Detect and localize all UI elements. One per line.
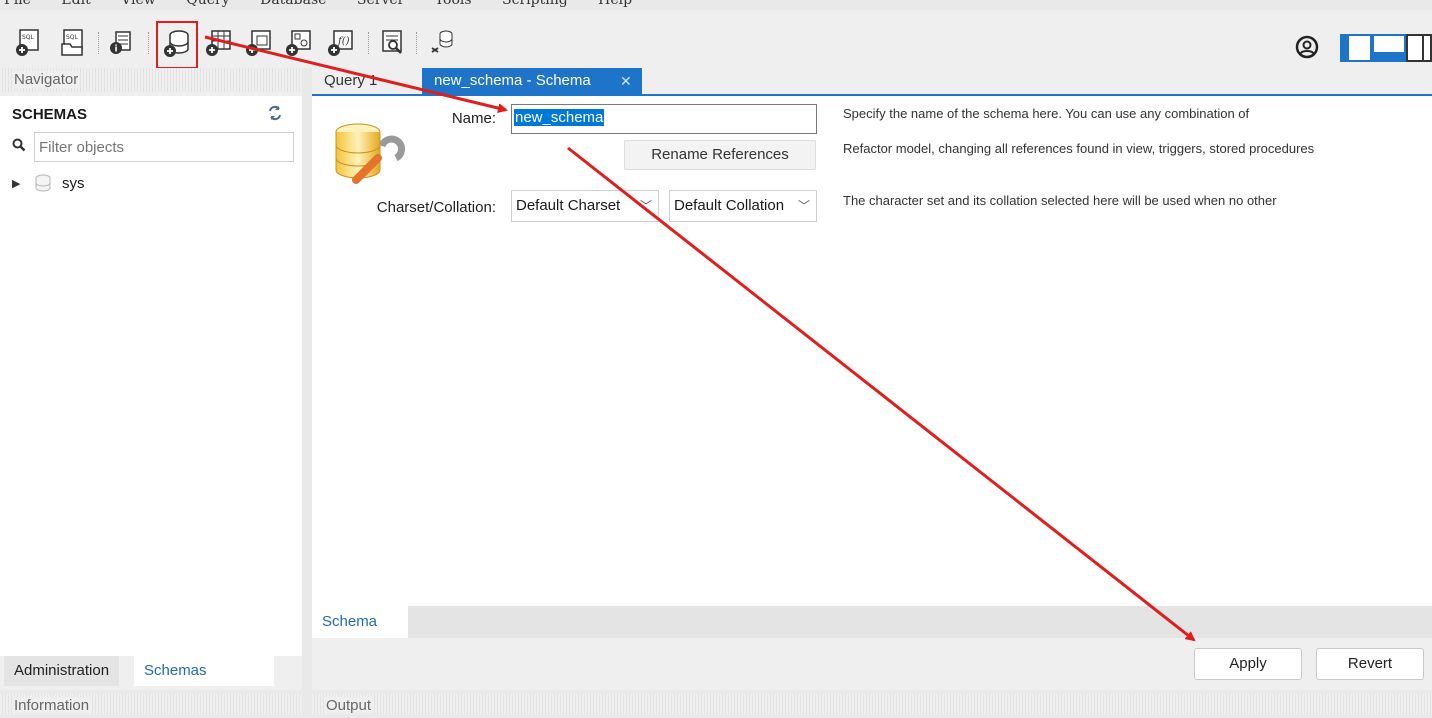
editor-tabs: Query 1 new_schema - Schema ✕: [312, 68, 1432, 96]
open-sql-script-icon[interactable]: SQL: [58, 28, 88, 58]
help-text-rename: Refactor model, changing all references …: [843, 141, 1315, 156]
charset-select[interactable]: Default Charset ﹀: [511, 190, 659, 222]
tree-item-sys[interactable]: ▶ sys: [12, 172, 85, 194]
editor-subtabs: Schema: [312, 606, 1432, 638]
toolbar-separator: [98, 32, 100, 54]
apply-button[interactable]: Apply: [1194, 648, 1302, 680]
tab-administration[interactable]: Administration: [4, 656, 120, 686]
menu-view[interactable]: View: [121, 0, 156, 8]
menu-bar: File Edit View Query Database Server Too…: [0, 0, 1432, 8]
collation-value: Default Collation: [674, 197, 785, 214]
tree-item-label: sys: [62, 174, 85, 192]
charset-label: Charset/Collation:: [376, 199, 496, 216]
tab-new-schema[interactable]: new_schema - Schema ✕: [422, 68, 642, 94]
charset-value: Default Charset: [516, 197, 621, 214]
settings-icon[interactable]: [1294, 34, 1320, 64]
search-table-data-icon[interactable]: [378, 28, 408, 58]
create-table-icon[interactable]: [204, 28, 234, 58]
create-view-icon[interactable]: [244, 28, 274, 58]
navigator-header: Navigator: [0, 68, 302, 92]
create-function-icon[interactable]: f(): [326, 28, 356, 58]
svg-text:SQL: SQL: [22, 34, 35, 41]
help-text-charset: The character set and its collation sele…: [843, 193, 1277, 208]
menu-database[interactable]: Database: [260, 0, 326, 8]
schema-inspector-icon[interactable]: i: [106, 28, 136, 58]
toggle-secondary-sidebar-icon[interactable]: [1406, 34, 1432, 66]
menu-edit[interactable]: Edit: [61, 0, 90, 8]
svg-text:SQL: SQL: [66, 34, 79, 41]
new-sql-tab-icon[interactable]: SQL: [14, 28, 44, 58]
toolbar-separator: [368, 32, 370, 54]
svg-text:f(): f(): [337, 36, 350, 47]
svg-text:i: i: [115, 45, 118, 55]
navigator-panel: Navigator SCHEMAS ▶ sys Administration S…: [0, 68, 302, 690]
menu-file[interactable]: File: [4, 0, 31, 8]
menu-help[interactable]: Help: [598, 0, 632, 8]
revert-button[interactable]: Revert: [1316, 648, 1424, 680]
navigator-body: SCHEMAS ▶ sys: [0, 96, 302, 656]
close-icon[interactable]: ✕: [620, 68, 632, 94]
menu-scripting[interactable]: Scripting: [502, 0, 568, 8]
collation-select[interactable]: Default Collation ﹀: [669, 190, 817, 222]
search-icon: [12, 138, 26, 152]
menu-tools[interactable]: Tools: [435, 0, 472, 8]
tab-query-1[interactable]: Query 1: [312, 68, 389, 94]
navigator-tabs: Administration Schemas: [0, 656, 302, 686]
schema-editor: Name: new_schema Rename References Chars…: [312, 96, 1432, 606]
database-icon: [34, 174, 52, 192]
schemas-title: SCHEMAS: [12, 106, 88, 123]
reconnect-icon[interactable]: [428, 28, 458, 58]
menu-server[interactable]: Server: [357, 0, 404, 8]
schema-name-input[interactable]: new_schema: [511, 104, 817, 134]
menu-query[interactable]: Query: [186, 0, 229, 8]
toggle-sidebar-icon[interactable]: [1340, 34, 1372, 66]
rename-references-button[interactable]: Rename References: [624, 140, 816, 170]
schema-name-value: new_schema: [514, 109, 605, 126]
chevron-down-icon: ﹀: [637, 191, 652, 221]
schema-edit-icon: [334, 122, 410, 188]
name-label: Name:: [451, 110, 496, 127]
create-schema-highlight: [156, 21, 198, 69]
help-text-name: Specify the name of the schema here. You…: [843, 106, 1250, 121]
main-toolbar: SQL SQL i f(): [0, 10, 1432, 69]
editor-footer: Apply Revert: [312, 638, 1432, 690]
toggle-output-icon[interactable]: [1372, 34, 1406, 66]
subtab-schema[interactable]: Schema: [312, 606, 408, 638]
main-area: Query 1 new_schema - Schema ✕ Name: new_…: [312, 68, 1432, 690]
toolbar-separator: [416, 32, 418, 54]
tab-schemas[interactable]: Schemas: [134, 656, 274, 686]
tab-label: new_schema - Schema: [434, 72, 591, 89]
refresh-icon[interactable]: [266, 104, 284, 122]
output-header: Output: [312, 694, 1432, 714]
filter-objects-input[interactable]: [34, 132, 294, 162]
create-procedure-icon[interactable]: [284, 28, 314, 58]
chevron-down-icon: ﹀: [795, 191, 810, 221]
information-header: Information: [0, 694, 302, 714]
expand-arrow-icon[interactable]: ▶: [12, 177, 24, 190]
toolbar-separator: [148, 32, 150, 54]
